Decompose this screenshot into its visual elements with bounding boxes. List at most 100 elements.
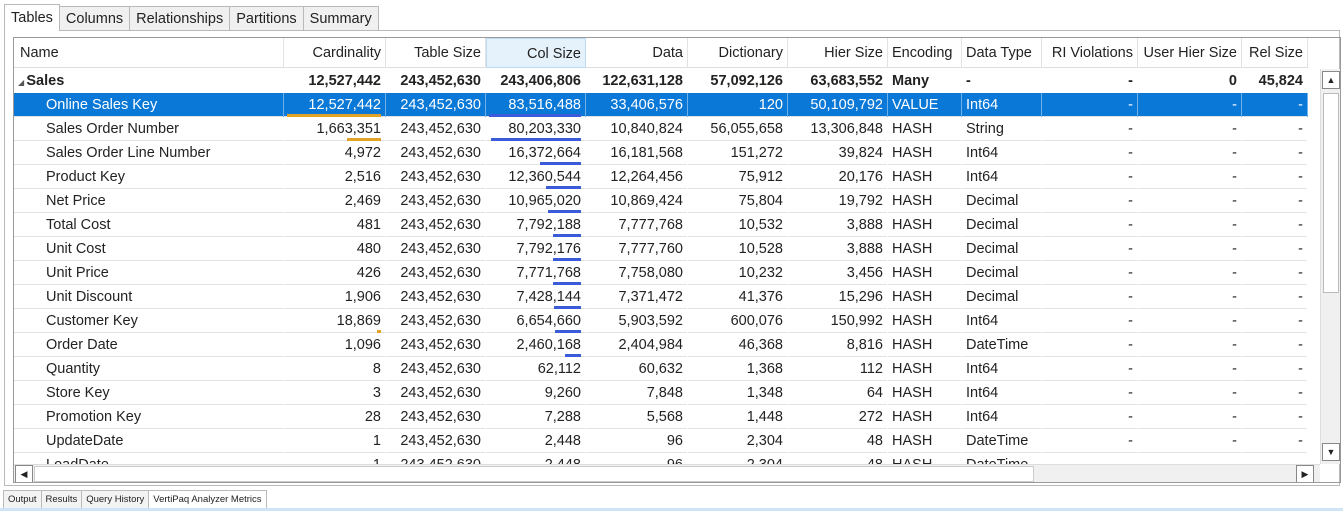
table-row[interactable]: Net Price 2,469 243,452,630 10,965,020 10,86… — [14, 189, 1308, 213]
cell-user-hier-size: - — [1138, 165, 1242, 189]
cell-value: - — [1298, 361, 1303, 377]
cell-value: - — [1128, 217, 1133, 233]
cell-value: 9,260 — [544, 385, 581, 401]
cell-ri-violations: - — [1042, 381, 1138, 405]
vertical-scrollbar[interactable]: ▲ ▼ — [1320, 69, 1340, 464]
tab-partitions[interactable]: Partitions — [229, 6, 304, 31]
table-row[interactable]: Online Sales Key 12,527,442 243,452,630 83,… — [14, 93, 1308, 117]
cell-ri-violations: - — [1042, 261, 1138, 285]
cell-table-size: 243,452,630 — [386, 189, 486, 213]
cell-value: Int64 — [966, 361, 999, 377]
table-row[interactable]: Quantity 8 243,452,630 62,112 60,632 1,368 112… — [14, 357, 1308, 381]
tab-summary[interactable]: Summary — [302, 6, 379, 31]
cell-value: 28 — [364, 409, 381, 425]
column-header-data[interactable]: Data — [586, 38, 688, 68]
bottom-tab-results[interactable]: Results — [40, 490, 83, 509]
table-row[interactable]: Product Key 2,516 243,452,630 12,360,544 12,… — [14, 165, 1308, 189]
cell-value: 10,532 — [738, 217, 783, 233]
cell-data-type: Int64 — [962, 165, 1042, 189]
cell-value: - — [1128, 385, 1133, 401]
cell-table-size: 243,452,630 — [386, 309, 486, 333]
group-cell: 0 — [1228, 73, 1237, 89]
cell-table-size: 243,452,630 — [386, 93, 486, 117]
cell-value: - — [1298, 193, 1303, 209]
cell-rel-size: - — [1242, 261, 1308, 285]
column-header-col-size[interactable]: Col Size — [486, 38, 586, 68]
column-header-encoding[interactable]: Encoding — [888, 38, 962, 68]
cell-value: 10,528 — [738, 241, 783, 257]
group-row-sales[interactable]: ◢ Sales 12,527,442 243,452,630 243,406,806 1… — [14, 69, 1308, 93]
cell-value: 2,516 — [344, 169, 381, 185]
table-row[interactable]: Sales Order Line Number 4,972 243,452,630 1… — [14, 141, 1308, 165]
cell-data: 16,181,568 — [586, 141, 688, 165]
horizontal-scroll-thumb[interactable] — [34, 466, 1034, 482]
cell-value: - — [1232, 265, 1237, 281]
cell-data-type: Int64 — [962, 309, 1042, 333]
table-row[interactable]: Sales Order Number 1,663,351 243,452,630 80… — [14, 117, 1308, 141]
cell-value: - — [1128, 409, 1133, 425]
column-header-ri-violations[interactable]: RI Violations — [1042, 38, 1138, 68]
group-cell: 57,092,126 — [710, 73, 783, 89]
scroll-left-icon[interactable]: ◀ — [15, 465, 33, 482]
bottom-tab-output[interactable]: Output — [3, 490, 42, 509]
scroll-up-icon[interactable]: ▲ — [1322, 71, 1340, 89]
table-row[interactable]: UpdateDate 1 243,452,630 2,448 96 2,304 48 HASH… — [14, 429, 1308, 453]
cell-hier-size: 19,792 — [788, 189, 888, 213]
cell-cardinality: 426 — [284, 261, 386, 285]
column-name: Online Sales Key — [14, 93, 284, 117]
cell-hier-size: 13,306,848 — [788, 117, 888, 141]
column-header-dictionary[interactable]: Dictionary — [688, 38, 788, 68]
cell-value: Int64 — [966, 169, 999, 185]
table-row[interactable]: Unit Price 426 243,452,630 7,771,768 7,758,0… — [14, 261, 1308, 285]
column-header-user-hier-size[interactable]: User Hier Size — [1138, 38, 1242, 68]
cell-value: 7,371,472 — [618, 289, 683, 305]
cell-encoding: HASH — [888, 117, 962, 141]
cell-value: 16,372,664 — [508, 145, 581, 161]
table-row[interactable]: Store Key 3 243,452,630 9,260 7,848 1,348 64 HA… — [14, 381, 1308, 405]
cell-value: 5,903,592 — [618, 313, 683, 329]
cell-table-size: 243,452,630 — [386, 285, 486, 309]
cell-table-size: 243,452,630 — [386, 261, 486, 285]
table-row[interactable]: Promotion Key 28 243,452,630 7,288 5,568 1,44… — [14, 405, 1308, 429]
table-row[interactable]: Unit Discount 1,906 243,452,630 7,428,144 7,… — [14, 285, 1308, 309]
cell-value: HASH — [892, 433, 933, 449]
bottom-tab-query-history[interactable]: Query History — [81, 490, 150, 509]
column-header-name[interactable]: Name — [14, 38, 284, 68]
column-header-table-size[interactable]: Table Size — [386, 38, 486, 68]
column-header-data-type[interactable]: Data Type — [962, 38, 1042, 68]
scroll-down-icon[interactable]: ▼ — [1322, 443, 1340, 461]
cell-cardinality: 480 — [284, 237, 386, 261]
cell-data-type: Decimal — [962, 189, 1042, 213]
table-row[interactable]: Customer Key 18,869 243,452,630 6,654,660 5,… — [14, 309, 1308, 333]
cell-dictionary: 10,232 — [688, 261, 788, 285]
cell-value: Sales Order Number — [46, 121, 179, 137]
cell-dictionary: 2,304 — [688, 429, 788, 453]
tab-tables[interactable]: Tables — [4, 4, 60, 31]
cell-col-size: 7,792,188 — [486, 213, 586, 237]
cell-value: Promotion Key — [46, 409, 142, 425]
bottom-tab-vertipaq-analyzer-metrics[interactable]: VertiPaq Analyzer Metrics — [148, 490, 267, 509]
column-header-hier-size[interactable]: Hier Size — [788, 38, 888, 68]
column-name: Customer Key — [14, 309, 284, 333]
horizontal-scrollbar[interactable]: ◀ ▶ — [14, 464, 1320, 482]
scroll-right-icon[interactable]: ▶ — [1296, 465, 1314, 482]
column-header-cardinality[interactable]: Cardinality — [284, 38, 386, 68]
cell-data: 7,777,768 — [586, 213, 688, 237]
cell-value: Decimal — [966, 241, 1019, 257]
table-row[interactable]: Total Cost 481 243,452,630 7,792,188 7,777,7… — [14, 213, 1308, 237]
cell-value: 8,816 — [846, 337, 883, 353]
table-row[interactable]: Unit Cost 480 243,452,630 7,792,176 7,777,76… — [14, 237, 1308, 261]
cell-col-size: 62,112 — [486, 357, 586, 381]
table-row[interactable]: Order Date 1,096 243,452,630 2,460,168 2,404… — [14, 333, 1308, 357]
tab-relationships[interactable]: Relationships — [129, 6, 231, 31]
cell-col-size: 83,516,488 — [486, 93, 586, 117]
cell-value: Decimal — [966, 265, 1019, 281]
vertical-scroll-thumb[interactable] — [1323, 93, 1339, 293]
cell-encoding: HASH — [888, 213, 962, 237]
tab-columns[interactable]: Columns — [58, 6, 131, 31]
column-header-rel-size[interactable]: Rel Size — [1242, 38, 1308, 68]
cell-col-size: 80,203,330 — [486, 117, 586, 141]
cell-cardinality: 2,469 — [284, 189, 386, 213]
cell-encoding: HASH — [888, 165, 962, 189]
cell-value: 8 — [372, 361, 381, 377]
